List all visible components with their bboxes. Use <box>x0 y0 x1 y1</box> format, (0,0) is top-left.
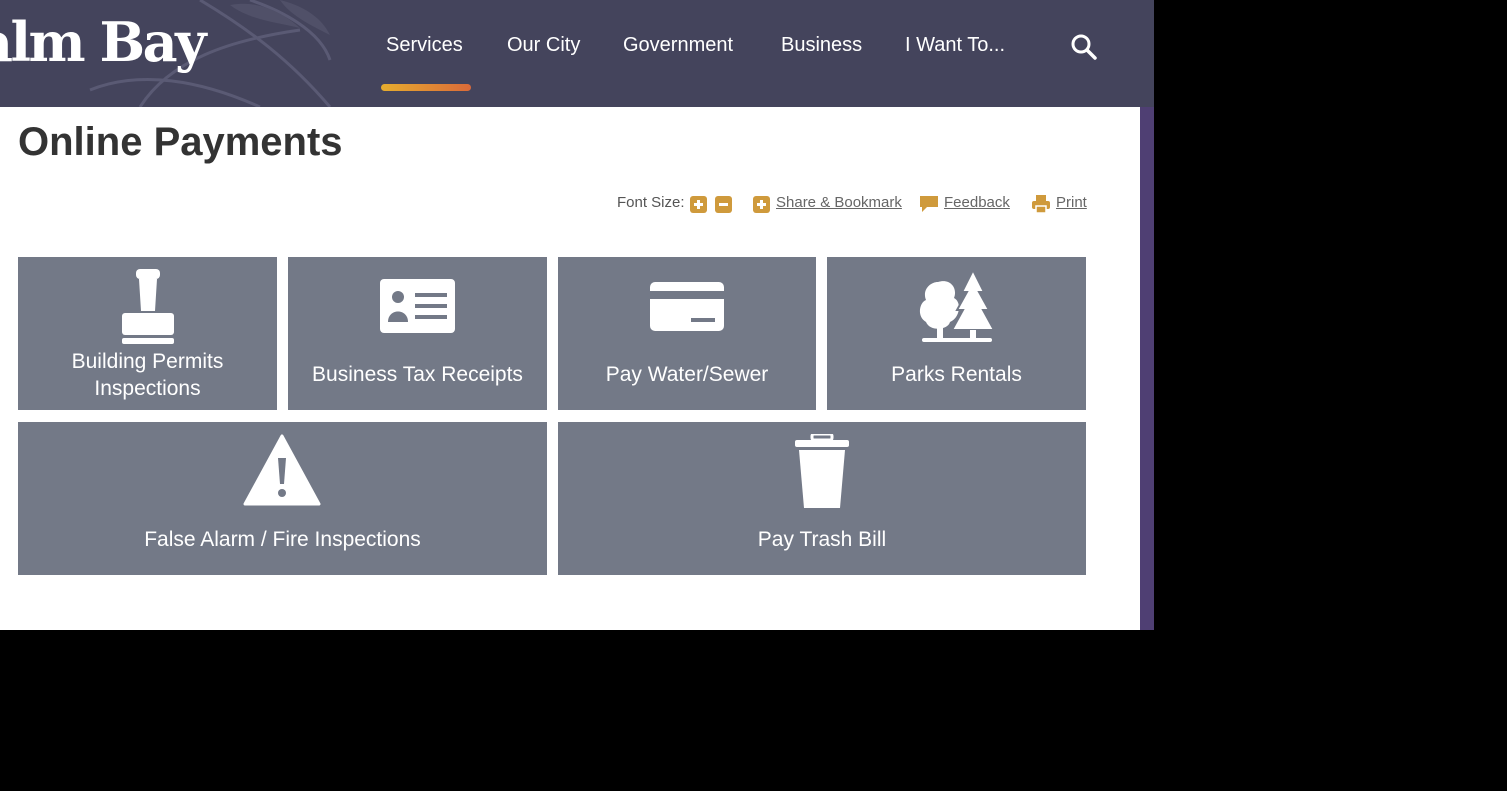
tile-parks-rentals[interactable]: Parks Rentals <box>827 257 1086 410</box>
print-icon[interactable] <box>1031 194 1051 214</box>
font-size-label: Font Size: <box>617 194 685 211</box>
page-edge-bar <box>1140 107 1154 630</box>
font-increase-icon[interactable] <box>690 196 707 213</box>
tile-pay-water-sewer[interactable]: Pay Water/Sewer <box>558 257 816 410</box>
search-icon[interactable] <box>1070 33 1098 61</box>
tile-building-permits[interactable]: Building Permits Inspections <box>18 257 277 410</box>
credit-card-icon <box>650 282 724 331</box>
trash-can-icon <box>795 434 849 508</box>
site-logo[interactable]: alm Bay <box>0 10 206 74</box>
tile-business-tax-receipts[interactable]: Business Tax Receipts <box>288 257 547 410</box>
id-card-icon <box>380 279 455 333</box>
feedback-link[interactable]: Feedback <box>944 194 1010 211</box>
tile-label: Pay Trash Bill <box>757 528 887 551</box>
print-link[interactable]: Print <box>1056 194 1087 211</box>
page-title: Online Payments <box>18 120 343 164</box>
nav-government[interactable]: Government <box>623 34 733 57</box>
tile-label: Parks Rentals <box>891 363 1022 386</box>
warning-icon <box>243 434 321 506</box>
tile-label: False Alarm / Fire Inspections <box>144 528 421 551</box>
feedback-icon[interactable] <box>919 194 939 214</box>
stamp-icon <box>122 269 174 344</box>
tile-pay-trash-bill[interactable]: Pay Trash Bill <box>558 422 1086 575</box>
share-plus-icon[interactable] <box>753 196 770 213</box>
font-decrease-icon[interactable] <box>715 196 732 213</box>
page: alm Bay Services Our City Government Bus… <box>0 0 1154 630</box>
trees-icon <box>919 268 996 342</box>
nav-business[interactable]: Business <box>781 34 862 57</box>
tile-label: Business Tax Receipts <box>312 363 523 386</box>
nav-i-want-to[interactable]: I Want To... <box>905 34 1005 57</box>
nav-services[interactable]: Services <box>386 34 463 57</box>
nav-our-city[interactable]: Our City <box>507 34 580 57</box>
tile-label: Pay Water/Sewer <box>605 363 769 386</box>
tile-label: Building Permits Inspections <box>71 350 224 400</box>
share-bookmark-link[interactable]: Share & Bookmark <box>776 194 902 211</box>
site-header: alm Bay Services Our City Government Bus… <box>0 0 1154 107</box>
tile-false-alarm-fire-inspections[interactable]: False Alarm / Fire Inspections <box>18 422 547 575</box>
nav-active-indicator <box>381 84 471 91</box>
